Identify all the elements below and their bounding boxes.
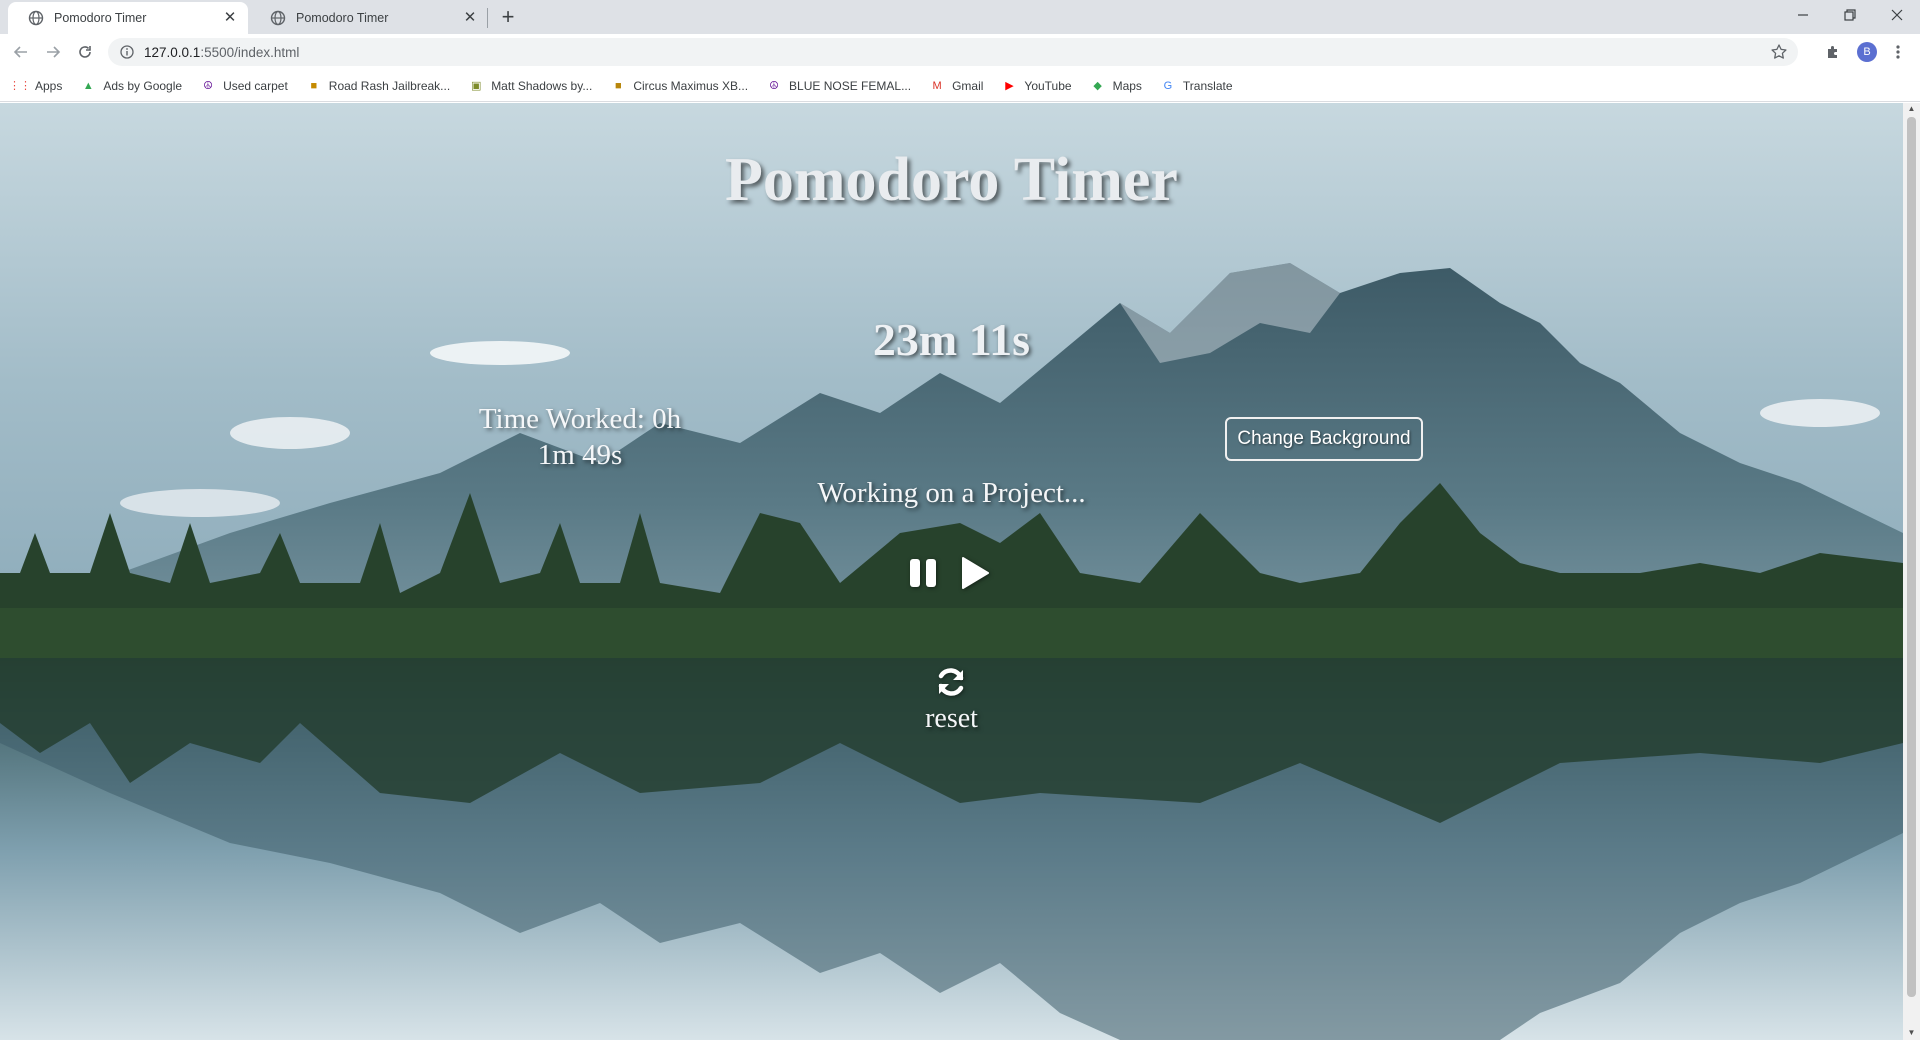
- album-icon: ▣: [470, 80, 482, 92]
- bookmark-label: Translate: [1182, 78, 1233, 93]
- tab-title: Pomodoro Timer: [54, 11, 147, 25]
- restore-button[interactable]: [1827, 0, 1873, 30]
- countdown-timer: 23m 11s: [872, 314, 1031, 365]
- change-background-button[interactable]: Change Background: [1225, 417, 1423, 461]
- tab-strip: Pomodoro Timer ✕ Pomodoro Timer ✕ +: [0, 0, 1920, 34]
- tab-pomodoro-timer-2[interactable]: Pomodoro Timer ✕: [250, 2, 488, 34]
- tab-pomodoro-timer-1[interactable]: Pomodoro Timer ✕: [8, 2, 248, 34]
- peace-sign-icon: ☮: [769, 80, 779, 92]
- bookmark-label: Gmail: [952, 78, 984, 93]
- gmail-icon: M: [932, 79, 942, 92]
- bookmark-item[interactable]: M Gmail: [929, 78, 983, 94]
- close-tab-icon[interactable]: ✕: [222, 10, 238, 26]
- play-icon: [962, 557, 989, 589]
- bookmark-label: Apps: [35, 78, 63, 93]
- bookmark-label: Matt Shadows by...: [491, 78, 593, 93]
- url-text: 127.0.0.1:5500/index.html: [144, 45, 299, 60]
- bookmark-item[interactable]: ▣ Matt Shadows by...: [468, 78, 592, 94]
- bookmark-label: BLUE NOSE FEMAL...: [789, 78, 912, 93]
- apps-grid-icon: ⋮⋮: [9, 80, 31, 92]
- refresh-icon: [938, 668, 964, 696]
- back-button[interactable]: [9, 40, 33, 64]
- bookmark-item[interactable]: ▶ YouTube: [1001, 78, 1071, 94]
- info-icon[interactable]: [120, 45, 134, 59]
- browser-toolbar: 127.0.0.1:5500/index.html B: [0, 34, 1920, 70]
- bookmark-item[interactable]: ☮ BLUE NOSE FEMAL...: [766, 78, 911, 94]
- tab-title: Pomodoro Timer: [296, 11, 389, 25]
- bookmark-label: Circus Maximus XB...: [633, 78, 749, 93]
- bookmark-item[interactable]: ▲ Ads by Google: [80, 78, 182, 94]
- reset-label[interactable]: reset: [0, 703, 1903, 735]
- tab-separator: [487, 8, 488, 28]
- scroll-down-icon[interactable]: ▼: [1907, 1029, 1916, 1037]
- page-title: Pomodoro Timer: [725, 146, 1178, 214]
- game-box-icon: ■: [615, 79, 622, 92]
- bookmark-item[interactable]: ◆ Maps: [1090, 78, 1142, 94]
- maps-icon: ◆: [1093, 80, 1102, 92]
- page-scrollbar[interactable]: ▲ ▼: [1903, 103, 1920, 1040]
- bookmark-item[interactable]: ■ Circus Maximus XB...: [610, 78, 748, 94]
- bookmark-label: Used carpet: [223, 78, 288, 93]
- pause-button[interactable]: [906, 555, 940, 591]
- game-box-icon: ■: [310, 79, 318, 92]
- profile-avatar[interactable]: B: [1855, 40, 1879, 64]
- time-worked: Time Worked: 0h 1m 49s: [465, 401, 695, 473]
- scrollbar-thumb[interactable]: [1907, 117, 1916, 997]
- minimize-button[interactable]: [1780, 0, 1826, 30]
- reload-button[interactable]: [73, 40, 97, 64]
- scroll-up-icon[interactable]: ▲: [1907, 105, 1916, 113]
- bookmark-item[interactable]: ⋮⋮ Apps: [9, 78, 63, 94]
- forward-button[interactable]: [41, 40, 65, 64]
- translate-icon: G: [1163, 79, 1173, 92]
- time-worked-line2: 1m 49s: [537, 439, 623, 471]
- new-tab-button[interactable]: +: [496, 5, 520, 29]
- pause-icon: [910, 559, 936, 587]
- url-host: 127.0.0.1: [144, 44, 201, 60]
- avatar: B: [1857, 42, 1877, 62]
- page-viewport: Pomodoro Timer 23m 11s Time Worked: 0h 1…: [0, 103, 1903, 1040]
- google-ads-icon: ▲: [82, 79, 94, 92]
- bookmark-item[interactable]: ■ Road Rash Jailbreak...: [306, 78, 450, 94]
- bookmark-label: YouTube: [1024, 78, 1072, 93]
- close-window-button[interactable]: [1874, 0, 1920, 30]
- url-path: :5500/index.html: [200, 44, 300, 60]
- menu-kebab-icon[interactable]: [1886, 40, 1910, 64]
- play-button[interactable]: [958, 555, 992, 591]
- address-bar[interactable]: 127.0.0.1:5500/index.html: [108, 38, 1798, 66]
- bookmark-item[interactable]: ☮ Used carpet: [200, 78, 288, 94]
- globe-icon: [270, 10, 286, 26]
- peace-sign-icon: ☮: [203, 80, 214, 92]
- youtube-icon: ▶: [1005, 80, 1014, 92]
- bookmark-label: Road Rash Jailbreak...: [328, 78, 451, 93]
- bookmark-label: Maps: [1112, 78, 1142, 93]
- status-text: Working on a Project...: [817, 477, 1086, 509]
- bookmark-star-icon[interactable]: [1770, 43, 1788, 61]
- bookmark-label: Ads by Google: [103, 78, 183, 93]
- extensions-puzzle-icon[interactable]: [1821, 40, 1845, 64]
- reset-button[interactable]: [934, 665, 968, 699]
- bookmark-item[interactable]: G Translate: [1160, 78, 1233, 94]
- time-worked-line1: Time Worked: 0h: [478, 403, 682, 435]
- close-tab-icon[interactable]: ✕: [462, 10, 478, 26]
- bookmarks-bar: ⋮⋮ Apps ▲ Ads by Google ☮ Used carpet ■ Road Ra…: [0, 70, 1920, 102]
- globe-icon: [28, 10, 44, 26]
- timer-controls: [906, 555, 992, 591]
